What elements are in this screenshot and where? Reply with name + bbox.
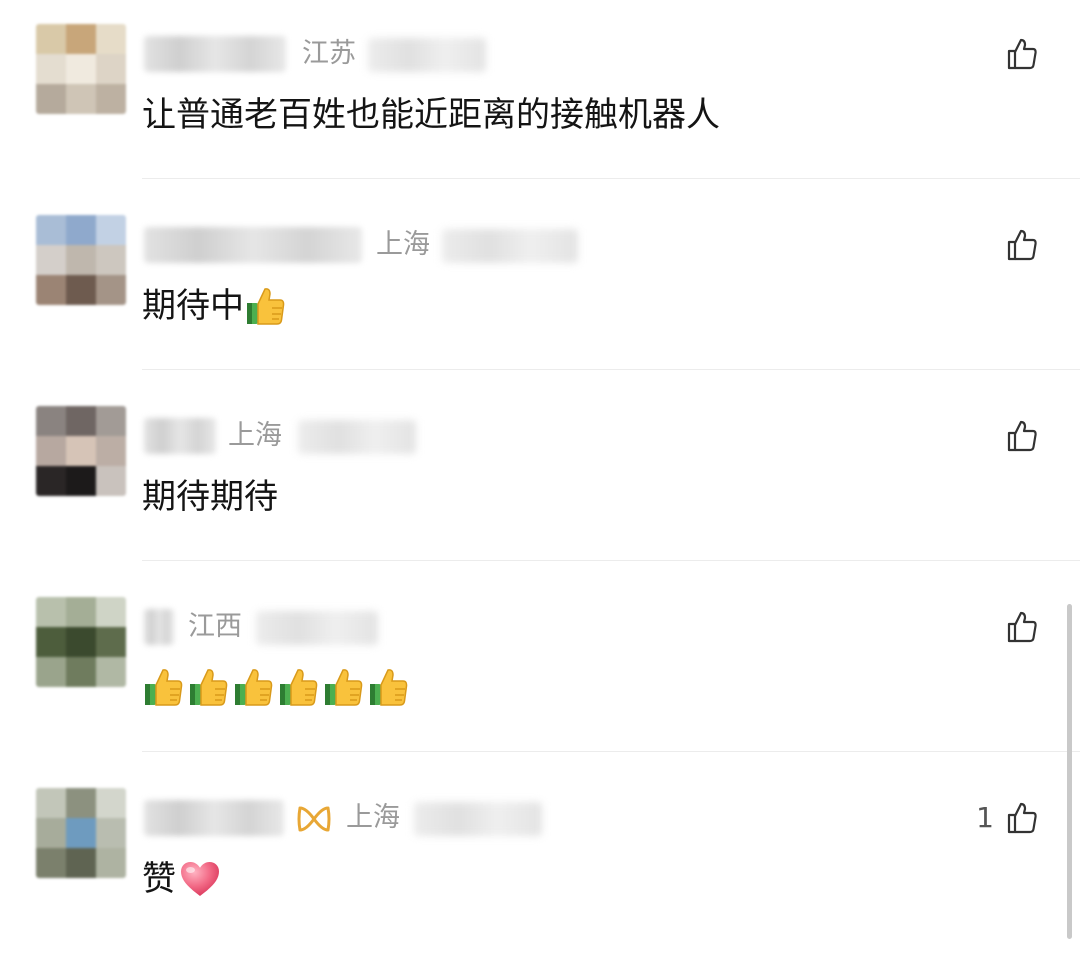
thumbs-up-emoji-icon — [325, 669, 363, 706]
comment-item: 江西 — [0, 573, 1080, 764]
gold-infinity-badge-icon[interactable] — [296, 804, 332, 834]
red-heart-emoji-icon — [181, 862, 219, 896]
comment-item: 江苏 让普通老百姓也能近距离的接触机器人 — [0, 0, 1080, 191]
like-button[interactable] — [994, 227, 1040, 263]
divider — [142, 751, 1080, 752]
divider — [142, 178, 1080, 179]
nickname-redacted[interactable] — [144, 227, 362, 263]
comment-text: 让普通老百姓也能近距离的接触机器人 — [142, 92, 720, 138]
timestamp-redacted — [442, 229, 578, 263]
avatar[interactable] — [36, 597, 126, 687]
comment-text-body: 让普通老百姓也能近距离的接触机器人 — [142, 95, 720, 135]
nickname-redacted[interactable] — [144, 800, 284, 836]
nickname-redacted[interactable] — [144, 418, 216, 454]
thumbs-up-outline-icon — [1007, 611, 1037, 643]
comment-item: 上海 1 赞 — [0, 764, 1080, 955]
location-label: 江西 — [188, 611, 242, 642]
timestamp-redacted — [368, 38, 486, 72]
comment-text: 赞 — [142, 856, 222, 902]
comment-list: 江苏 让普通老百姓也能近距离的接触机器人 上海 期待中 上海 期待期待 江西 上… — [0, 0, 1080, 939]
location-label: 江苏 — [302, 38, 356, 69]
avatar[interactable] — [36, 406, 126, 496]
thumbs-up-emoji-icon — [370, 669, 408, 706]
comment-text-body: 期待中 — [142, 286, 244, 326]
thumbs-up-outline-icon — [1007, 802, 1037, 834]
scrollbar[interactable] — [1067, 604, 1072, 939]
location-label: 上海 — [376, 229, 430, 260]
like-button[interactable] — [994, 609, 1040, 645]
comment-text: 期待中 — [142, 283, 289, 329]
timestamp-redacted — [298, 420, 416, 454]
thumbs-up-outline-icon — [1007, 420, 1037, 452]
avatar[interactable] — [36, 215, 126, 305]
nickname-redacted[interactable] — [144, 36, 286, 72]
timestamp-redacted — [256, 611, 378, 645]
thumbs-up-emoji-icon — [280, 669, 318, 706]
avatar[interactable] — [36, 788, 126, 878]
like-button[interactable]: 1 — [976, 800, 1040, 836]
thumbs-up-outline-icon — [1007, 229, 1037, 261]
comment-text-body: 赞 — [142, 859, 176, 899]
timestamp-redacted — [414, 802, 542, 836]
nickname-redacted[interactable] — [144, 609, 174, 645]
comment-item: 上海 期待期待 — [0, 382, 1080, 573]
location-label: 上海 — [346, 802, 400, 833]
thumbs-up-outline-icon — [1007, 38, 1037, 70]
comment-text: 期待期待 — [142, 474, 278, 520]
comment-text — [142, 665, 412, 709]
avatar[interactable] — [36, 24, 126, 114]
like-button[interactable] — [994, 418, 1040, 454]
divider — [142, 560, 1080, 561]
thumbs-up-emoji-icon — [235, 669, 273, 706]
divider — [142, 369, 1080, 370]
location-label: 上海 — [228, 420, 282, 451]
like-count: 1 — [976, 801, 994, 834]
like-button[interactable] — [994, 36, 1040, 72]
thumbs-up-emoji-icon — [190, 669, 228, 706]
thumbs-up-emoji-icon — [247, 288, 285, 325]
comment-item: 上海 期待中 — [0, 191, 1080, 382]
comment-text-body: 期待期待 — [142, 477, 278, 517]
thumbs-up-emoji-icon — [145, 669, 183, 706]
